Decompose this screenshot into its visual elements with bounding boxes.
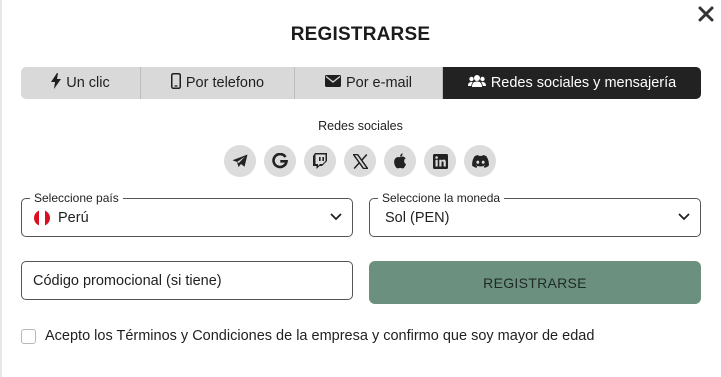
terms-row: Acepto los Términos y Condiciones de la …	[21, 328, 594, 344]
social-networks-label: Redes sociales	[318, 119, 403, 133]
terms-checkbox[interactable]	[21, 328, 36, 344]
tab-label: Por telefono	[185, 75, 265, 91]
country-select[interactable]: Seleccione país Perú	[21, 191, 353, 237]
currency-value: Sol (PEN)	[385, 210, 450, 226]
registration-method-tabs: Un clic Por telefono Por e-mail Redes so…	[21, 67, 701, 99]
bolt-icon	[51, 73, 62, 93]
tab-email[interactable]: Por e-mail	[295, 67, 443, 99]
tab-label: Por e-mail	[345, 75, 413, 91]
promo-code-input[interactable]	[21, 261, 353, 300]
x-icon[interactable]	[344, 145, 376, 177]
tab-one-click[interactable]: Un clic	[21, 67, 141, 99]
telegram-icon[interactable]	[224, 145, 256, 177]
close-icon[interactable]	[696, 4, 716, 24]
users-icon	[467, 74, 486, 92]
twitch-icon[interactable]	[304, 145, 336, 177]
background-edge	[0, 0, 2, 377]
tab-label: Un clic	[66, 75, 110, 91]
envelope-icon	[324, 75, 341, 91]
chevron-down-icon	[330, 213, 342, 221]
currency-select[interactable]: Seleccione la moneda Sol (PEN)	[369, 191, 701, 237]
google-icon[interactable]	[264, 145, 296, 177]
linkedin-icon[interactable]	[424, 145, 456, 177]
apple-icon[interactable]	[384, 145, 416, 177]
tab-label: Redes sociales y mensajería	[490, 75, 677, 91]
country-value: Perú	[58, 210, 89, 226]
terms-text: Acepto los Términos y Condiciones de la …	[45, 328, 595, 344]
phone-icon	[170, 73, 181, 93]
discord-icon[interactable]	[464, 145, 496, 177]
chevron-down-icon	[678, 213, 690, 221]
dialog-title: REGISTRARSE	[290, 24, 431, 45]
currency-select-label: Seleccione la moneda	[378, 191, 505, 205]
peru-flag-icon	[34, 210, 50, 226]
country-select-label: Seleccione país	[30, 191, 123, 205]
social-login-row	[224, 145, 496, 177]
register-button[interactable]: REGISTRARSE	[369, 261, 701, 304]
tab-social-messaging[interactable]: Redes sociales y mensajería	[443, 67, 701, 99]
tab-phone[interactable]: Por telefono	[141, 67, 295, 99]
